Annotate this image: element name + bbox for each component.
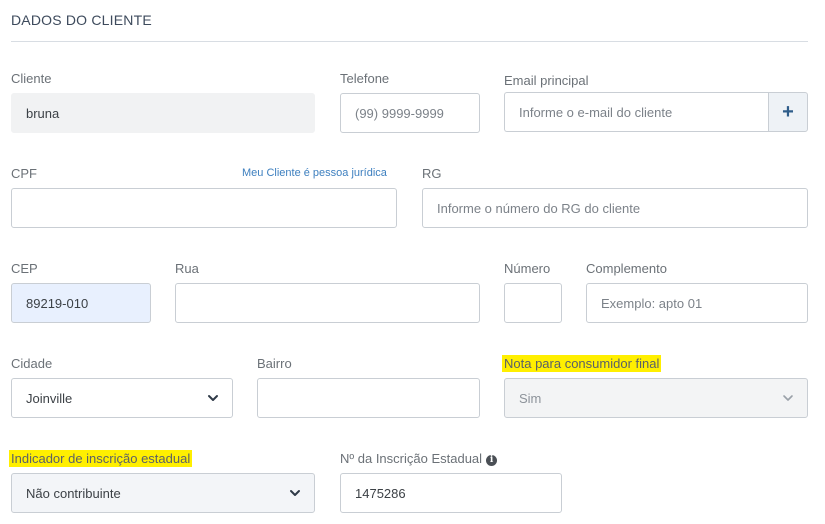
rg-label: RG — [422, 166, 442, 181]
cliente-field[interactable]: bruna — [11, 93, 315, 133]
indicador-ie-label-text: Indicador de inscrição estadual — [9, 450, 193, 467]
cidade-label: Cidade — [11, 356, 53, 371]
complemento-input[interactable]: Exemplo: apto 01 — [586, 283, 808, 323]
cpf-label: CPF — [11, 166, 37, 181]
telefone-input[interactable]: (99) 9999-9999 — [340, 93, 480, 133]
indicador-ie-label: Indicador de inscrição estadual — [9, 450, 193, 467]
nota-consumidor-select[interactable]: Sim — [504, 378, 808, 418]
indicador-ie-value: Não contribuinte — [26, 485, 121, 501]
plus-icon: + — [782, 101, 794, 123]
rg-placeholder: Informe o número do RG do cliente — [437, 200, 641, 216]
cep-value: 89219-010 — [26, 295, 89, 311]
numero-ie-input[interactable]: 1475286 — [340, 473, 562, 513]
bairro-input[interactable] — [257, 378, 480, 418]
nota-consumidor-value: Sim — [519, 390, 542, 406]
numero-ie-label: Nº da Inscrição Estadual i — [340, 451, 498, 467]
bairro-label: Bairro — [257, 356, 292, 371]
cidade-select[interactable]: Joinville — [11, 378, 233, 418]
nota-consumidor-label: Nota para consumidor final — [502, 355, 662, 372]
telefone-label: Telefone — [340, 71, 390, 86]
email-input[interactable]: Informe o e-mail do cliente — [504, 92, 769, 132]
cliente-label: Cliente — [11, 71, 52, 86]
section-divider — [11, 41, 808, 42]
cep-input[interactable]: 89219-010 — [11, 283, 151, 323]
chevron-down-icon — [783, 395, 793, 401]
cidade-value: Joinville — [26, 390, 73, 406]
cep-label: CEP — [11, 261, 38, 276]
pessoa-juridica-link[interactable]: Meu Cliente é pessoa jurídica — [242, 166, 387, 180]
chevron-down-icon — [290, 490, 300, 496]
indicador-ie-select[interactable]: Não contribuinte — [11, 473, 315, 513]
complemento-placeholder: Exemplo: apto 01 — [601, 295, 703, 311]
info-icon[interactable]: i — [486, 455, 498, 466]
chevron-down-icon — [208, 395, 218, 401]
complemento-label: Complemento — [586, 261, 667, 276]
rg-input[interactable]: Informe o número do RG do cliente — [422, 188, 808, 228]
numero-ie-label-text: Nº da Inscrição Estadual — [340, 451, 483, 466]
nota-consumidor-label-text: Nota para consumidor final — [502, 355, 662, 372]
numero-ie-value: 1475286 — [355, 485, 406, 501]
rua-label: Rua — [175, 261, 199, 276]
rua-input[interactable] — [175, 283, 480, 323]
email-placeholder: Informe o e-mail do cliente — [519, 104, 673, 120]
section-title: DADOS DO CLIENTE — [11, 12, 152, 28]
cliente-value: bruna — [26, 105, 60, 121]
numero-label: Número — [504, 261, 551, 276]
telefone-placeholder: (99) 9999-9999 — [355, 105, 444, 121]
email-label: Email principal — [504, 73, 589, 88]
numero-input[interactable] — [504, 283, 562, 323]
add-email-button[interactable]: + — [768, 92, 808, 132]
cpf-input[interactable] — [11, 188, 397, 228]
